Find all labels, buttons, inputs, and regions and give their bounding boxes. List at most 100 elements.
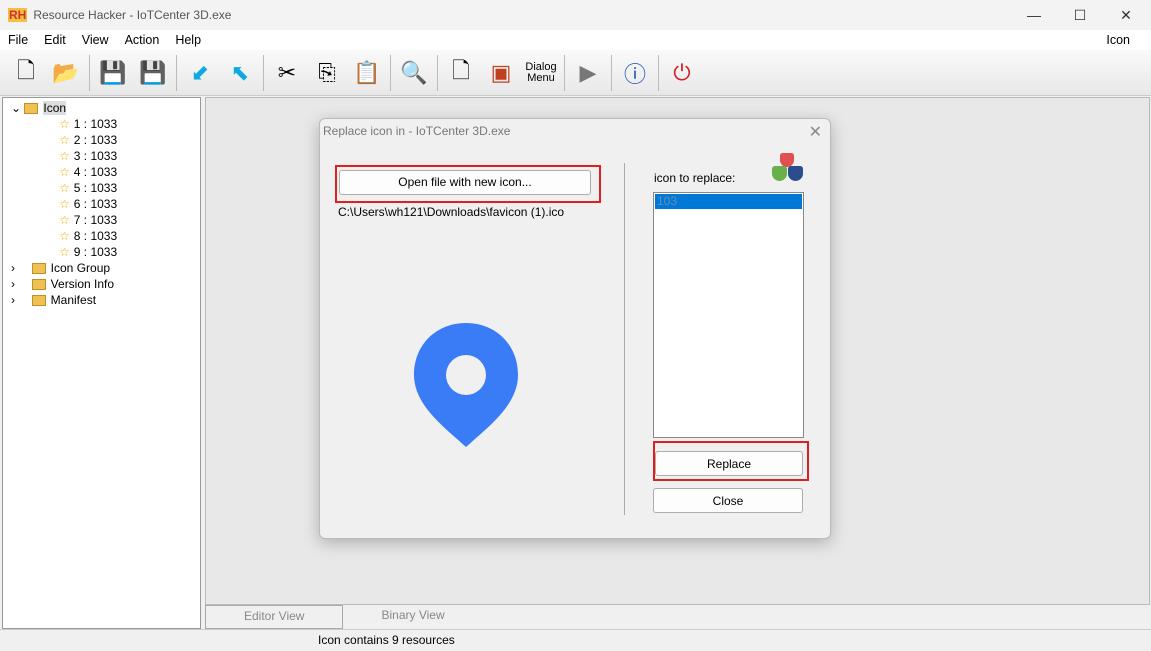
folder-icon bbox=[31, 295, 46, 307]
folder-icon bbox=[24, 103, 39, 115]
menu-help[interactable]: Help bbox=[167, 33, 209, 47]
power-icon[interactable]: ⏻ bbox=[664, 55, 700, 91]
expand-icon[interactable]: › bbox=[11, 261, 32, 275]
tree-node-label: 1 : 1033 bbox=[73, 117, 118, 131]
menu-label: Menu bbox=[527, 71, 555, 84]
app-logo: RH bbox=[8, 8, 28, 22]
divider bbox=[611, 54, 612, 91]
tree-node-version-info[interactable]: › Version Info bbox=[3, 276, 200, 292]
expand-icon[interactable]: › bbox=[11, 277, 32, 291]
menu-view[interactable]: View bbox=[74, 33, 117, 47]
paste-icon[interactable]: 📋 bbox=[349, 55, 385, 91]
minimize-button[interactable]: — bbox=[1011, 0, 1057, 30]
save-icon[interactable]: 💾 bbox=[95, 55, 131, 91]
tree-node-label: Icon bbox=[43, 101, 67, 115]
tree-node-manifest[interactable]: › Manifest bbox=[3, 292, 200, 308]
open-file-icon[interactable]: 📂 bbox=[48, 55, 84, 91]
dialog-close-button[interactable]: Close bbox=[653, 488, 803, 513]
star-icon: ☆ bbox=[59, 149, 70, 163]
menu-action[interactable]: Action bbox=[117, 33, 168, 47]
icon-to-replace-label: icon to replace: bbox=[654, 171, 736, 185]
tab-editor-view[interactable]: Editor View bbox=[205, 605, 344, 629]
menu-file[interactable]: File bbox=[0, 33, 36, 47]
menu-edit[interactable]: Edit bbox=[36, 33, 74, 47]
star-icon: ☆ bbox=[59, 181, 70, 195]
expand-icon[interactable]: ⌄ bbox=[11, 101, 24, 115]
cut-icon[interactable]: ✂ bbox=[269, 55, 305, 91]
title-bar: RH Resource Hacker - IoTCenter 3D.exe — … bbox=[0, 0, 1151, 30]
dialog-menu-icon[interactable]: Dialog Menu bbox=[523, 55, 559, 91]
tree-node-label: 7 : 1033 bbox=[73, 213, 118, 227]
tree-node-label: 2 : 1033 bbox=[73, 133, 118, 147]
star-icon: ☆ bbox=[59, 229, 70, 243]
view-tabs: Editor View Binary View bbox=[205, 605, 483, 629]
tree-node-icon-item[interactable]: ☆ 9 : 1033 bbox=[3, 244, 200, 260]
tree-node-icon-item[interactable]: ☆ 1 : 1033 bbox=[3, 116, 200, 132]
search-icon[interactable]: 🔍 bbox=[396, 55, 432, 91]
star-icon: ☆ bbox=[59, 213, 70, 227]
tree-node-icon-item[interactable]: ☆ 2 : 1033 bbox=[3, 132, 200, 148]
tree-node-label: Icon Group bbox=[50, 261, 111, 275]
star-icon: ☆ bbox=[59, 197, 70, 211]
tree-node-icon-item[interactable]: ☆ 7 : 1033 bbox=[3, 212, 200, 228]
divider bbox=[564, 54, 565, 91]
maximize-button[interactable]: ☐ bbox=[1057, 0, 1103, 30]
star-icon: ☆ bbox=[59, 245, 70, 259]
menu-bar: File Edit View Action Help Icon bbox=[0, 30, 1151, 50]
divider bbox=[263, 54, 264, 91]
save-as-icon[interactable]: 💾 bbox=[135, 55, 171, 91]
tree-node-label: Manifest bbox=[50, 293, 97, 307]
tree-node-label: 4 : 1033 bbox=[73, 165, 118, 179]
list-item[interactable]: 103 bbox=[655, 194, 802, 209]
tree-node-label: 5 : 1033 bbox=[73, 181, 118, 195]
expand-icon[interactable]: › bbox=[11, 293, 32, 307]
file-path: C:\Users\wh121\Downloads\favicon (1).ico bbox=[338, 205, 565, 219]
dialog-label: Dialog bbox=[525, 60, 557, 73]
tree-node-icon-item[interactable]: ☆ 5 : 1033 bbox=[3, 180, 200, 196]
divider bbox=[176, 54, 177, 91]
tree-node-icon-item[interactable]: ☆ 6 : 1033 bbox=[3, 196, 200, 212]
star-icon: ☆ bbox=[59, 117, 70, 131]
tree-node-icon-item[interactable]: ☆ 4 : 1033 bbox=[3, 164, 200, 180]
folder-icon bbox=[31, 263, 46, 275]
tree-node-label: 6 : 1033 bbox=[73, 197, 118, 211]
resource-type-label: Icon bbox=[1106, 33, 1130, 47]
status-bar: Icon contains 9 resources bbox=[0, 629, 1151, 651]
run-icon[interactable]: ▶ bbox=[570, 55, 606, 91]
resource-tree[interactable]: ⌄ Icon ☆ 1 : 1033 ☆ 2 : 1033 ☆ 3 : 1033 ☆ 4 : 1… bbox=[2, 97, 201, 629]
divider bbox=[437, 54, 438, 91]
new-file-icon[interactable]: 🗋 bbox=[8, 55, 44, 91]
tree-node-icon[interactable]: ⌄ Icon bbox=[3, 100, 200, 116]
star-icon: ☆ bbox=[59, 133, 70, 147]
back-icon[interactable]: ⬉ bbox=[222, 55, 258, 91]
close-button[interactable]: ✕ bbox=[1103, 0, 1149, 30]
replace-button[interactable]: Replace bbox=[655, 451, 803, 476]
tab-binary-view[interactable]: Binary View bbox=[343, 605, 483, 629]
info-icon[interactable]: ⓘ bbox=[617, 55, 653, 91]
tree-node-label: 3 : 1033 bbox=[73, 149, 118, 163]
tree-node-label: 9 : 1033 bbox=[73, 245, 118, 259]
dialog-title: Replace icon in - IoTCenter 3D.exe bbox=[323, 124, 511, 138]
add-image-resource-icon[interactable]: ▣ bbox=[483, 55, 519, 91]
status-text: Icon contains 9 resources bbox=[318, 633, 455, 647]
tree-node-label: 8 : 1033 bbox=[73, 229, 118, 243]
divider bbox=[89, 54, 90, 91]
rgb-logo-icon bbox=[771, 153, 805, 185]
folder-icon bbox=[31, 279, 46, 291]
replace-icon-dialog: Replace icon in - IoTCenter 3D.exe ✕ Ope… bbox=[319, 118, 831, 539]
dialog-close-icon[interactable]: ✕ bbox=[809, 122, 822, 142]
compile-icon[interactable]: ⬋ bbox=[182, 55, 218, 91]
tree-node-icon-item[interactable]: ☆ 8 : 1033 bbox=[3, 228, 200, 244]
copy-icon[interactable]: ⎘ bbox=[309, 55, 345, 91]
divider bbox=[390, 54, 391, 91]
window-title: Resource Hacker - IoTCenter 3D.exe bbox=[33, 8, 232, 22]
star-icon: ☆ bbox=[59, 165, 70, 179]
tree-node-label: Version Info bbox=[50, 277, 115, 291]
open-file-button[interactable]: Open file with new icon... bbox=[339, 170, 591, 195]
tree-node-icon-group[interactable]: › Icon Group bbox=[3, 260, 200, 276]
icon-list[interactable]: 103 bbox=[653, 192, 804, 438]
tree-node-icon-item[interactable]: ☆ 3 : 1033 bbox=[3, 148, 200, 164]
divider bbox=[624, 163, 625, 515]
divider bbox=[658, 54, 659, 91]
add-blank-resource-icon[interactable]: 🗋 bbox=[443, 55, 479, 91]
